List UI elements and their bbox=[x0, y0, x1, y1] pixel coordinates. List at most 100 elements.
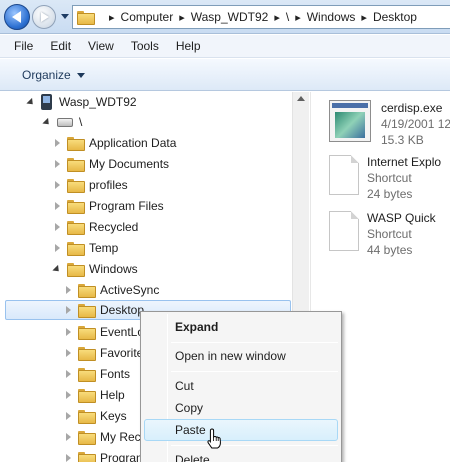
collapsed-arrow-icon[interactable] bbox=[52, 180, 62, 190]
hand-cursor-icon bbox=[207, 428, 221, 449]
file-item[interactable]: Internet Explo Shortcut 24 bytes bbox=[323, 154, 447, 202]
folder-icon bbox=[78, 368, 96, 382]
file-name: WASP Quick bbox=[367, 211, 436, 225]
tree-item-profiles[interactable]: profiles bbox=[52, 175, 128, 195]
collapsed-arrow-icon[interactable] bbox=[63, 327, 73, 337]
breadcrumb-computer[interactable]: Computer bbox=[121, 10, 174, 24]
scroll-up-arrow-icon[interactable] bbox=[297, 96, 305, 101]
tree-item-windows[interactable]: Windows bbox=[52, 259, 138, 279]
collapsed-arrow-icon[interactable] bbox=[52, 243, 62, 253]
menu-item-cut[interactable]: Cut bbox=[175, 376, 194, 396]
tree-item-favorites[interactable]: Favorites bbox=[63, 343, 149, 363]
collapsed-arrow-icon[interactable] bbox=[63, 453, 73, 462]
file-item[interactable]: cerdisp.exe 4/19/2001 12:36 15.3 KB bbox=[329, 100, 450, 148]
breadcrumb-separator[interactable]: ▸ bbox=[274, 11, 280, 24]
menu-view[interactable]: View bbox=[88, 39, 114, 53]
menu-file[interactable]: File bbox=[14, 39, 33, 53]
shortcut-icon bbox=[329, 155, 359, 195]
collapsed-arrow-icon[interactable] bbox=[63, 285, 73, 295]
menu-item-copy[interactable]: Copy bbox=[175, 398, 203, 418]
menu-tools[interactable]: Tools bbox=[131, 39, 159, 53]
breadcrumb-desktop[interactable]: Desktop bbox=[373, 10, 417, 24]
folder-icon bbox=[67, 179, 85, 193]
tree-item-eventlog[interactable]: EventLog bbox=[63, 322, 151, 342]
collapsed-arrow-icon[interactable] bbox=[63, 305, 73, 315]
collapsed-arrow-icon[interactable] bbox=[63, 411, 73, 421]
collapsed-arrow-icon[interactable] bbox=[52, 201, 62, 211]
menu-item-highlight bbox=[144, 419, 338, 441]
file-size: 24 bytes bbox=[367, 187, 413, 201]
collapsed-arrow-icon[interactable] bbox=[63, 369, 73, 379]
expanded-arrow-icon[interactable] bbox=[42, 117, 52, 127]
breadcrumb-windows[interactable]: Windows bbox=[307, 10, 356, 24]
file-type: Shortcut bbox=[367, 227, 412, 241]
menu-item-delete[interactable]: Delete bbox=[175, 450, 210, 462]
tree-item-label: Temp bbox=[89, 241, 119, 255]
recent-pages-dropdown-icon[interactable] bbox=[61, 14, 69, 19]
expanded-arrow-icon[interactable] bbox=[52, 264, 62, 274]
exe-icon bbox=[329, 100, 371, 142]
back-arrow-icon bbox=[11, 11, 21, 23]
tree-item-my-recent[interactable]: My Rece bbox=[63, 427, 147, 447]
menu-help[interactable]: Help bbox=[176, 39, 201, 53]
breadcrumb-separator[interactable]: ▸ bbox=[109, 11, 115, 24]
folder-icon bbox=[78, 284, 96, 298]
tree-item-program-files[interactable]: Program Files bbox=[52, 196, 164, 216]
expanded-arrow-icon[interactable] bbox=[26, 97, 36, 107]
tree-item-label: Desktop bbox=[100, 303, 145, 317]
tree-item-help[interactable]: Help bbox=[63, 385, 125, 405]
tree-item-label: Windows bbox=[89, 262, 138, 276]
folder-icon bbox=[77, 11, 95, 25]
tree-item-program[interactable]: Program bbox=[63, 448, 146, 462]
collapsed-arrow-icon[interactable] bbox=[52, 159, 62, 169]
folder-icon bbox=[78, 452, 96, 462]
menu-item-paste[interactable]: Paste bbox=[175, 420, 206, 440]
tree-item-label: profiles bbox=[89, 178, 128, 192]
menu-separator bbox=[171, 445, 338, 446]
organize-button[interactable]: Organize bbox=[22, 68, 85, 82]
tree-item-activesync[interactable]: ActiveSync bbox=[63, 280, 159, 300]
forward-button[interactable] bbox=[32, 5, 56, 29]
tree-item-label: ActiveSync bbox=[100, 283, 160, 297]
collapsed-arrow-icon[interactable] bbox=[52, 222, 62, 232]
folder-icon bbox=[78, 304, 96, 318]
address-bar[interactable]: ▸ Computer ▸ Wasp_WDT92 ▸ \ ▸ Windows ▸ … bbox=[72, 5, 450, 29]
tree-item-device[interactable]: Wasp_WDT92 bbox=[26, 92, 137, 112]
collapsed-arrow-icon[interactable] bbox=[52, 138, 62, 148]
menu-edit[interactable]: Edit bbox=[50, 39, 71, 53]
folder-icon bbox=[78, 326, 96, 340]
folder-icon bbox=[67, 137, 85, 151]
breadcrumb-device[interactable]: Wasp_WDT92 bbox=[191, 10, 269, 24]
collapsed-arrow-icon[interactable] bbox=[63, 390, 73, 400]
menu-item-open-new-window[interactable]: Open in new window bbox=[175, 346, 286, 366]
folder-icon bbox=[67, 200, 85, 214]
back-button[interactable] bbox=[4, 4, 30, 30]
file-item[interactable]: WASP Quick Shortcut 44 bytes bbox=[323, 210, 447, 258]
tree-item-application-data[interactable]: Application Data bbox=[52, 133, 176, 153]
folder-icon bbox=[67, 221, 85, 235]
tree-item-recycled[interactable]: Recycled bbox=[52, 217, 138, 237]
tree-item-keys[interactable]: Keys bbox=[63, 406, 127, 426]
tree-item-root[interactable]: \ bbox=[42, 112, 82, 132]
folder-icon bbox=[78, 410, 96, 424]
collapsed-arrow-icon[interactable] bbox=[63, 348, 73, 358]
tree-item-label: \ bbox=[79, 115, 83, 129]
chevron-down-icon bbox=[76, 72, 85, 78]
breadcrumb-separator[interactable]: ▸ bbox=[179, 11, 185, 24]
folder-icon bbox=[78, 347, 96, 361]
tree-item-temp[interactable]: Temp bbox=[52, 238, 118, 258]
folder-icon bbox=[78, 431, 96, 445]
folder-icon bbox=[78, 389, 96, 403]
navigation-bar: ▸ Computer ▸ Wasp_WDT92 ▸ \ ▸ Windows ▸ … bbox=[0, 0, 450, 34]
breadcrumb-separator[interactable]: ▸ bbox=[295, 11, 301, 24]
context-menu: Expand Open in new window Cut Copy Paste… bbox=[140, 311, 342, 462]
menu-item-expand[interactable]: Expand bbox=[175, 317, 218, 337]
breadcrumb-root[interactable]: \ bbox=[286, 10, 289, 24]
collapsed-arrow-icon[interactable] bbox=[63, 432, 73, 442]
tree-item-label: My Documents bbox=[89, 157, 170, 171]
file-size: 15.3 KB bbox=[381, 133, 424, 147]
tree-item-fonts[interactable]: Fonts bbox=[63, 364, 130, 384]
breadcrumb-separator[interactable]: ▸ bbox=[361, 11, 367, 24]
file-type: Shortcut bbox=[367, 171, 412, 185]
tree-item-my-documents[interactable]: My Documents bbox=[52, 154, 169, 174]
